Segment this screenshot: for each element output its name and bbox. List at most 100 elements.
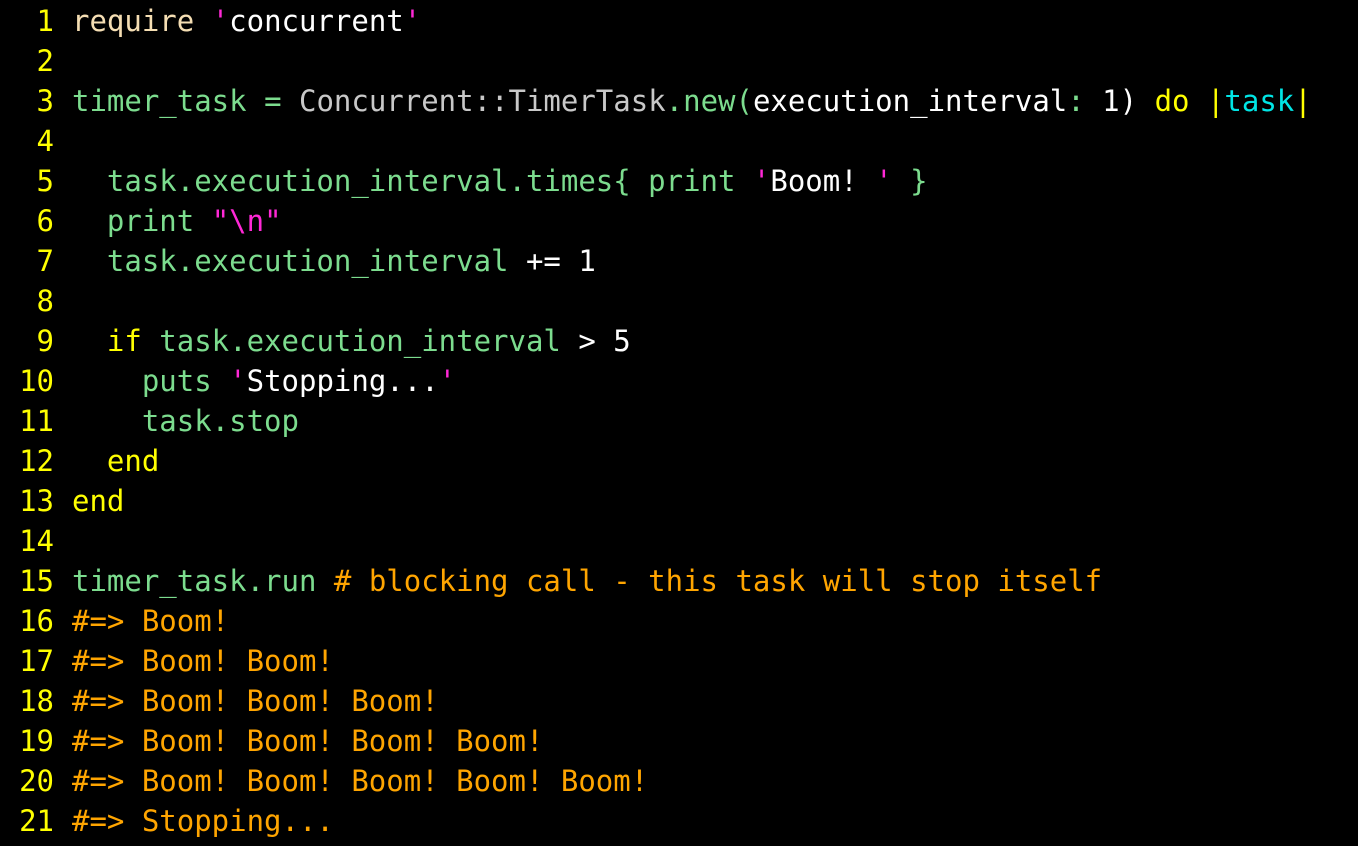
- code-text: #=> Boom! Boom! Boom!: [72, 681, 439, 721]
- code-line[interactable]: 10 puts 'Stopping...': [0, 361, 1358, 401]
- code-token: |: [1294, 84, 1312, 118]
- line-number: 14: [19, 524, 54, 558]
- line-number: 19: [19, 724, 54, 758]
- line-number: 8: [36, 284, 54, 318]
- code-token: .new(: [665, 84, 753, 118]
- code-text: task.execution_interval.times{ print 'Bo…: [72, 161, 928, 201]
- code-line[interactable]: 15 timer_task.run # blocking call - this …: [0, 561, 1358, 601]
- code-line[interactable]: 3 timer_task = Concurrent::TimerTask.new(…: [0, 81, 1358, 121]
- code-token: ): [1119, 84, 1155, 118]
- code-token: "\n": [211, 204, 282, 238]
- line-number: 12: [19, 444, 54, 478]
- code-token: ': [211, 4, 230, 38]
- line-number: 4: [36, 124, 54, 158]
- code-token: :: [1067, 84, 1103, 118]
- code-token: #=> Boom! Boom! Boom!: [72, 684, 439, 718]
- code-text: puts 'Stopping...': [72, 361, 456, 401]
- line-number: 7: [36, 244, 54, 278]
- code-token: 5: [613, 324, 631, 358]
- line-number: 21: [19, 804, 54, 838]
- code-line[interactable]: 9 if task.execution_interval > 5: [0, 321, 1358, 361]
- code-line[interactable]: 8: [0, 281, 1358, 321]
- line-number: 10: [19, 364, 54, 398]
- code-token: #=> Boom! Boom! Boom! Boom!: [72, 724, 544, 758]
- code-token: print: [72, 204, 212, 238]
- code-token: task.execution_interval: [72, 244, 526, 278]
- code-token: Stopping...: [246, 364, 439, 398]
- code-line[interactable]: 7 task.execution_interval += 1: [0, 241, 1358, 281]
- line-number: 20: [19, 764, 54, 798]
- line-number: 2: [36, 44, 54, 78]
- code-token: Boom!: [770, 164, 876, 198]
- code-token: Concurrent::TimerTask: [299, 84, 666, 118]
- code-token: #=> Boom!: [72, 604, 230, 638]
- code-line[interactable]: 13 end: [0, 481, 1358, 521]
- code-token: end: [72, 484, 125, 518]
- line-number: 18: [19, 684, 54, 718]
- code-token: if: [72, 324, 142, 358]
- code-token: =: [246, 84, 299, 118]
- code-line[interactable]: 20 #=> Boom! Boom! Boom! Boom! Boom!: [0, 761, 1358, 801]
- code-token: execution_interval: [752, 84, 1068, 118]
- code-token: >: [578, 324, 596, 358]
- code-line[interactable]: 17 #=> Boom! Boom!: [0, 641, 1358, 681]
- code-text: print "\n": [72, 201, 282, 241]
- code-text: task.execution_interval += 1: [72, 241, 596, 281]
- code-token: ': [403, 4, 422, 38]
- line-number: 6: [36, 204, 54, 238]
- code-token: |: [1189, 84, 1225, 118]
- code-token: task.stop: [72, 404, 299, 438]
- code-text: timer_task.run # blocking call - this ta…: [72, 561, 1102, 601]
- code-text: #=> Boom!: [72, 601, 229, 641]
- code-token: do: [1154, 84, 1190, 118]
- code-text: timer_task = Concurrent::TimerTask.new(e…: [72, 81, 1312, 121]
- code-token: }: [892, 164, 928, 198]
- code-text: #=> Boom! Boom! Boom! Boom!: [72, 721, 543, 761]
- code-text: require 'concurrent': [72, 1, 421, 41]
- code-token: 1: [1102, 84, 1120, 118]
- code-text: end: [72, 441, 159, 481]
- code-text: #=> Stopping...: [72, 801, 334, 841]
- line-number: 9: [36, 324, 54, 358]
- code-line[interactable]: 6 print "\n": [0, 201, 1358, 241]
- code-line[interactable]: 1 require 'concurrent': [0, 1, 1358, 41]
- code-token: task.execution_interval.times{ print: [72, 164, 753, 198]
- code-token: # blocking call - this task will stop it…: [333, 564, 1103, 598]
- code-text: if task.execution_interval > 5: [72, 321, 631, 361]
- code-token: #=> Stopping...: [72, 804, 334, 838]
- line-number: 1: [36, 4, 54, 38]
- code-line[interactable]: 5 task.execution_interval.times{ print '…: [0, 161, 1358, 201]
- code-token: puts: [72, 364, 230, 398]
- code-line[interactable]: 4: [0, 121, 1358, 161]
- code-token: ': [752, 164, 771, 198]
- code-token: require: [72, 4, 195, 38]
- code-line[interactable]: 11 task.stop: [0, 401, 1358, 441]
- code-token: ': [229, 364, 247, 398]
- line-number: 17: [19, 644, 54, 678]
- code-token: #=> Boom! Boom!: [72, 644, 334, 678]
- code-editor[interactable]: 1 require 'concurrent' 2 3 timer_task = Conc…: [0, 0, 1358, 846]
- code-text: #=> Boom! Boom!: [72, 641, 334, 681]
- code-line[interactable]: 19 #=> Boom! Boom! Boom! Boom!: [0, 721, 1358, 761]
- line-number: 11: [19, 404, 54, 438]
- code-token: concurrent: [229, 4, 404, 38]
- code-token: timer_task.run: [72, 564, 334, 598]
- code-token: ': [875, 164, 893, 198]
- code-text: task.stop: [72, 401, 299, 441]
- code-token: 1: [578, 244, 596, 278]
- code-line[interactable]: 2: [0, 41, 1358, 81]
- code-line[interactable]: 18 #=> Boom! Boom! Boom!: [0, 681, 1358, 721]
- code-text: #=> Boom! Boom! Boom! Boom! Boom!: [72, 761, 648, 801]
- code-token: task: [1224, 84, 1295, 118]
- code-line[interactable]: 21 #=> Stopping...: [0, 801, 1358, 841]
- code-line[interactable]: 14: [0, 521, 1358, 561]
- line-number: 5: [36, 164, 54, 198]
- code-line[interactable]: 16 #=> Boom!: [0, 601, 1358, 641]
- code-line[interactable]: 12 end: [0, 441, 1358, 481]
- line-number: 16: [19, 604, 54, 638]
- line-number: 3: [36, 84, 54, 118]
- code-token: #=> Boom! Boom! Boom! Boom! Boom!: [72, 764, 649, 798]
- code-token: end: [72, 444, 160, 478]
- code-token: timer_task: [72, 84, 247, 118]
